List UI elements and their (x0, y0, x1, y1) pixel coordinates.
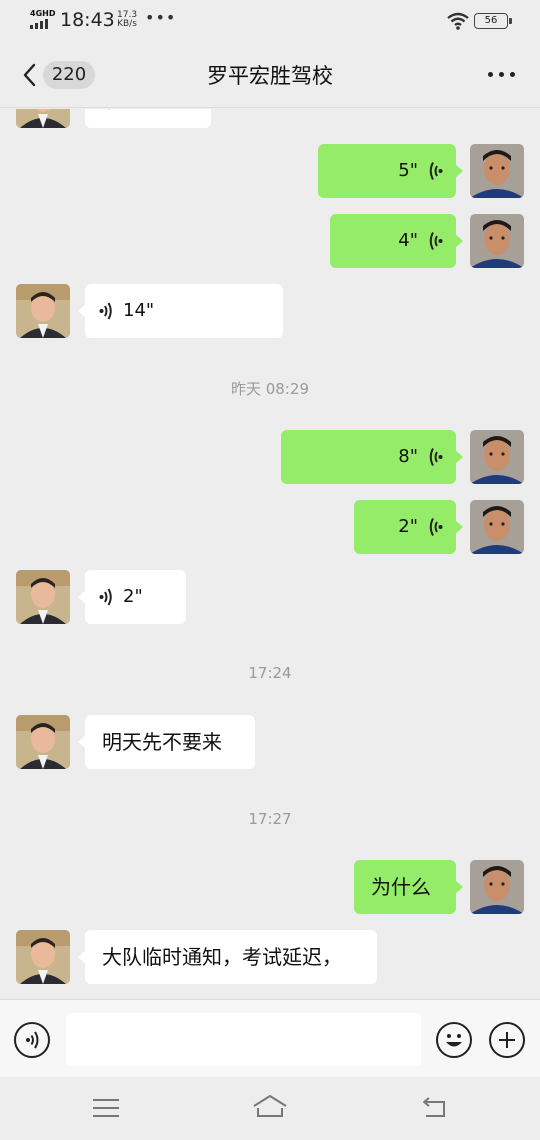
contact-avatar[interactable] (16, 715, 70, 769)
more-icon[interactable] (486, 72, 518, 80)
contact-avatar[interactable] (16, 109, 70, 128)
network-speed-unit: KB/s (117, 19, 137, 29)
status-bar: 4GHD 18:43 17.3 KB/s ••• 56 (0, 0, 540, 42)
voice-duration: 14" (123, 300, 155, 321)
contact-avatar[interactable] (16, 930, 70, 984)
voice-duration: 2" (123, 586, 143, 607)
message-timestamp: 昨天 08:29 (231, 380, 309, 398)
voice-playback-icon (429, 518, 443, 536)
voice-message-bubble[interactable] (85, 109, 211, 128)
wifi-icon (447, 12, 469, 30)
clock: 18:43 (60, 9, 115, 31)
back-icon[interactable] (420, 1096, 448, 1118)
message-text: 大队临时通知，考试延迟， (102, 945, 342, 969)
voice-playback-icon (429, 232, 443, 250)
voice-input-icon[interactable] (14, 1022, 50, 1058)
system-nav-bar (0, 1077, 540, 1140)
contact-avatar[interactable] (16, 284, 70, 338)
my-avatar[interactable] (470, 144, 524, 198)
status-overflow-icon: ••• (145, 8, 177, 27)
my-avatar[interactable] (470, 500, 524, 554)
voice-duration: 4" (398, 230, 418, 251)
message-text: 明天先不要来 (102, 730, 222, 754)
my-avatar[interactable] (470, 430, 524, 484)
voice-playback-icon (429, 162, 443, 180)
my-avatar[interactable] (470, 214, 524, 268)
network-type: 4GHD (30, 9, 56, 18)
message-text: 为什么 (371, 875, 431, 899)
signal-icon (30, 19, 52, 29)
text-message-bubble[interactable]: 为什么 (354, 860, 463, 914)
voice-message-bubble[interactable]: 2" (354, 500, 463, 554)
battery-icon: 56 (474, 13, 512, 29)
emoji-icon[interactable] (436, 1022, 472, 1058)
voice-message-bubble[interactable]: 2" (78, 570, 186, 624)
network-speed: 17.3 KB/s (117, 11, 137, 29)
voice-playback-icon (429, 448, 443, 466)
menu-icon[interactable] (93, 1099, 119, 1117)
voice-playback-icon (99, 302, 112, 320)
input-bar (0, 999, 540, 1077)
my-avatar[interactable] (470, 860, 524, 914)
home-icon[interactable] (252, 1094, 288, 1120)
plus-icon[interactable] (489, 1022, 525, 1058)
message-input[interactable] (66, 1013, 421, 1066)
message-timestamp: 17:24 (248, 664, 292, 682)
voice-message-bubble[interactable]: 4" (330, 214, 463, 268)
text-message-bubble[interactable]: 明天先不要来 (78, 715, 255, 769)
voice-duration: 5" (398, 160, 418, 181)
voice-message-bubble[interactable]: 14" (78, 284, 283, 338)
message-list[interactable]: 5" 4" 14" 昨天 08:29 8" 2" 2" 17:24 明天先不要来… (0, 109, 540, 999)
voice-message-bubble[interactable]: 8" (281, 430, 463, 484)
voice-message-bubble[interactable]: 5" (318, 144, 463, 198)
voice-duration: 8" (398, 446, 418, 467)
voice-duration: 2" (398, 516, 418, 537)
message-timestamp: 17:27 (248, 810, 292, 828)
voice-playback-icon (99, 588, 112, 606)
chat-title: 罗平宏胜驾校 (207, 64, 333, 88)
contact-avatar[interactable] (16, 570, 70, 624)
voice-playback-icon (108, 109, 110, 110)
chat-header: 220 罗平宏胜驾校 (0, 42, 540, 108)
text-message-bubble[interactable]: 大队临时通知，考试延迟， (78, 930, 377, 984)
